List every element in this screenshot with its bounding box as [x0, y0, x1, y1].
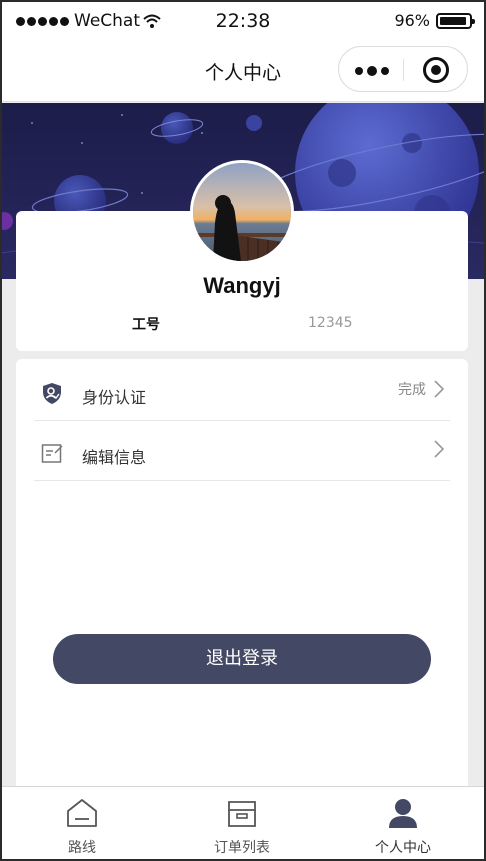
tab-bar: 路线 订单列表 个人中心	[2, 786, 484, 859]
tab-profile[interactable]: 个人中心	[322, 787, 484, 859]
phone-screen: WeChat 22:38 96% 个人中心 Wangyj 工号 12345 身份…	[2, 2, 484, 859]
chevron-right-icon	[434, 440, 445, 458]
battery-group: 96%	[394, 11, 475, 30]
employee-id-label: 工号	[132, 317, 160, 333]
logout-button[interactable]: 退出登录	[53, 634, 431, 684]
id-shield-icon	[43, 383, 61, 404]
tab-route[interactable]: 路线	[2, 787, 162, 859]
tab-orders[interactable]: 订单列表	[162, 787, 322, 859]
status-bar: WeChat 22:38 96%	[2, 2, 484, 40]
verification-status: 完成	[398, 382, 426, 398]
employee-id-value: 12345	[308, 315, 353, 331]
user-icon	[389, 799, 417, 828]
tab-label: 个人中心	[375, 840, 431, 856]
menu-card: 身份认证 完成 编辑信息 退出登录	[16, 359, 468, 799]
battery-percent: 96%	[394, 11, 430, 30]
capsule-divider	[403, 59, 404, 81]
tab-label: 路线	[68, 840, 96, 856]
edit-note-icon	[41, 444, 63, 463]
menu-item-label: 编辑信息	[82, 448, 147, 467]
close-mini-program-icon[interactable]	[423, 57, 449, 83]
home-route-icon	[67, 799, 97, 827]
chevron-right-icon	[434, 380, 445, 398]
mini-program-capsule	[338, 46, 468, 92]
battery-icon	[436, 12, 475, 29]
tab-label: 订单列表	[214, 840, 270, 856]
avatar[interactable]	[190, 160, 294, 264]
more-options-icon[interactable]	[355, 66, 389, 76]
navigation-bar: 个人中心	[2, 40, 484, 102]
avatar-photo	[193, 163, 291, 261]
menu-item-label: 身份认证	[82, 388, 147, 407]
menu-item-identity[interactable]: 身份认证 完成	[34, 361, 450, 421]
username: Wangyj	[203, 273, 281, 298]
box-icon	[228, 801, 256, 827]
menu-item-edit-info[interactable]: 编辑信息	[34, 421, 450, 481]
